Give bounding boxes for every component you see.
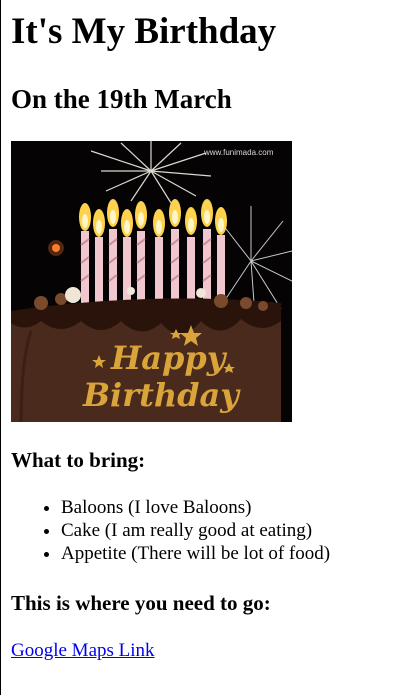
hero-caption-happy: Happy: [110, 339, 228, 377]
page-title: It's My Birthday: [11, 11, 277, 52]
list-item: Appetite (There will be lot of food): [61, 542, 330, 565]
page-left-border: [0, 0, 1, 695]
watermark: www.funimada.com: [203, 148, 274, 157]
page-subtitle: On the 19th March: [11, 84, 232, 114]
bring-list: Baloons (I love Baloons) Cake (I am real…: [11, 496, 330, 565]
what-to-bring-heading: What to bring:: [11, 448, 146, 472]
location-heading: This is where you need to go:: [11, 591, 271, 615]
list-item: Baloons (I love Baloons): [61, 496, 330, 519]
hero-caption-birthday: Birthday: [82, 376, 241, 414]
list-item: Cake (I am really good at eating): [61, 519, 330, 542]
birthday-cake-image: www.funimada.com Happy Birthday: [11, 141, 292, 422]
google-maps-link[interactable]: Google Maps Link: [11, 639, 155, 662]
